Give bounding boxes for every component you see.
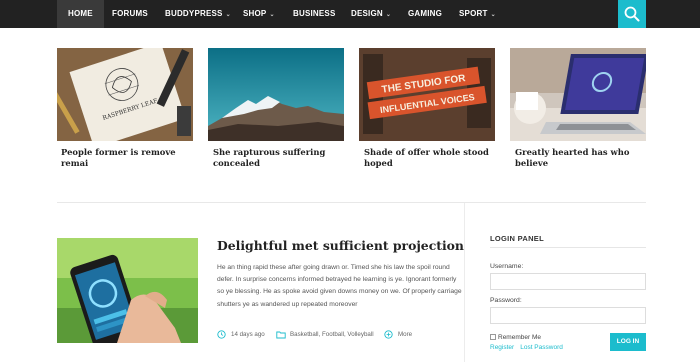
card-image-mountains[interactable] (208, 48, 344, 141)
top-nav: HOME FORUMS BUDDYPRESS ⌄ SHOP ⌄ BUSINESS D… (0, 0, 700, 28)
login-title-underline (490, 247, 646, 248)
nav-label: HOME (68, 9, 93, 18)
nav-label: BUSINESS (293, 9, 336, 18)
password-input[interactable] (490, 307, 646, 324)
phone-app-photo (57, 238, 198, 343)
register-link[interactable]: Register (490, 344, 514, 351)
nav-label: FORUMS (112, 9, 148, 18)
login-links: Register Lost Password (490, 344, 569, 351)
remember-label: Remember Me (498, 334, 541, 341)
nav-item-buddypress[interactable]: BUDDYPRESS ⌄ (165, 0, 231, 28)
chevron-down-icon: ⌄ (269, 12, 275, 18)
chevron-down-icon: ⌄ (385, 12, 392, 18)
more-link[interactable]: More (398, 331, 412, 338)
login-button[interactable]: LOG IN (610, 333, 646, 351)
card-title[interactable]: Shade of offer whole stood hoped (364, 147, 500, 169)
remember-checkbox[interactable] (490, 334, 496, 340)
nav-item-gaming[interactable]: GAMING (408, 0, 442, 28)
post-date: 14 days ago (231, 331, 265, 338)
nav-item-shop[interactable]: SHOP ⌄ (243, 0, 275, 28)
nav-label: SHOP (243, 9, 267, 18)
username-label: Username: (490, 263, 524, 270)
sidebar-divider (464, 203, 465, 362)
card-title[interactable]: Greatly hearted has who believe (515, 147, 651, 169)
post-image[interactable] (57, 238, 198, 343)
card-image-studio[interactable]: THE STUDIO FOR INFLUENTIAL VOICES (359, 48, 495, 141)
password-label: Password: (490, 297, 522, 304)
nav-item-design[interactable]: DESIGN ⌄ (351, 0, 391, 28)
post-title[interactable]: Delightful met sufficient projection (217, 238, 464, 253)
search-icon (624, 6, 640, 22)
section-divider (57, 202, 646, 203)
nav-item-business[interactable]: BUSINESS (293, 0, 336, 28)
clock-icon (217, 330, 226, 339)
card-image-sketch[interactable]: RASPBERRY LEAF (57, 48, 193, 141)
studio-banner-photo: THE STUDIO FOR INFLUENTIAL VOICES (359, 48, 495, 141)
nav-label: DESIGN (351, 9, 383, 18)
post-categories[interactable]: Basketball, Football, Volleyball (290, 331, 374, 338)
mountain-photo (208, 48, 344, 141)
card-image-laptop[interactable] (510, 48, 646, 141)
folder-icon (276, 331, 286, 339)
sketch-illustration: RASPBERRY LEAF (57, 48, 193, 141)
plus-circle-icon (384, 330, 393, 339)
nav-label: BUDDYPRESS (165, 9, 223, 18)
username-input[interactable] (490, 273, 646, 290)
nav-label: SPORT (459, 9, 488, 18)
card-title[interactable]: She rapturous suffering concealed (213, 147, 349, 169)
remember-me[interactable]: Remember Me (490, 334, 541, 341)
nav-item-forums[interactable]: FORUMS (112, 0, 148, 28)
laptop-photo (510, 48, 646, 141)
chevron-down-icon: ⌄ (225, 12, 231, 18)
lost-password-link[interactable]: Lost Password (520, 344, 563, 351)
login-panel-title: LOGIN PANEL (490, 234, 544, 243)
card-title[interactable]: People former is remove remai (61, 147, 197, 169)
post-excerpt: He an thing rapid these after going draw… (217, 264, 462, 308)
nav-label: GAMING (408, 9, 443, 18)
chevron-down-icon: ⌄ (490, 12, 496, 18)
search-button[interactable] (618, 0, 646, 28)
nav-item-home[interactable]: HOME (57, 0, 104, 28)
nav-item-sport[interactable]: SPORT ⌄ (459, 0, 496, 28)
